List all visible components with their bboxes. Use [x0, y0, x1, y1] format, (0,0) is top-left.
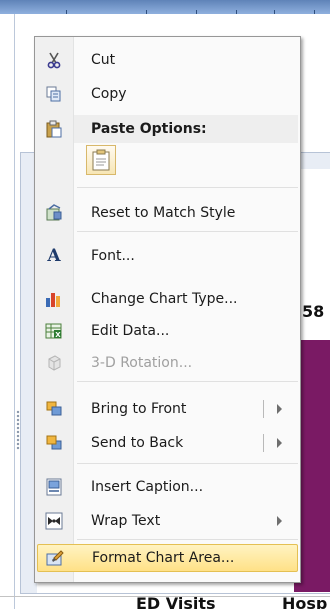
- menu-item-label: Cut: [91, 52, 116, 68]
- menu-item-label: Bring to Front: [91, 401, 187, 417]
- menu-separator: [77, 463, 298, 464]
- clipboard-icon: [37, 115, 71, 143]
- submenu-arrow-icon[interactable]: [277, 404, 282, 414]
- chart-resize-handle[interactable]: [16, 410, 20, 450]
- menu-item-format-chart-area[interactable]: Format Chart Area...: [37, 544, 298, 572]
- cube-icon: [37, 349, 71, 377]
- menu-item-font[interactable]: A Font...: [37, 242, 298, 270]
- format-area-icon: [38, 544, 72, 572]
- bar-chart-icon: [37, 285, 71, 313]
- menu-item-label: 3-D Rotation...: [91, 355, 193, 371]
- menu-item-label: Font...: [91, 248, 135, 264]
- menu-separator: [77, 187, 298, 188]
- menu-item-label: Change Chart Type...: [91, 291, 238, 307]
- document-window: 58 ED Visits Hosp Cut Copy Paste Options…: [0, 0, 330, 609]
- menu-item-send-to-back[interactable]: Send to Back: [37, 429, 298, 457]
- send-back-icon: [37, 429, 71, 457]
- menu-separator: [77, 381, 298, 382]
- paste-keep-formatting-icon: [91, 149, 111, 171]
- split-separator: [263, 434, 264, 452]
- data-label: 58: [302, 302, 325, 321]
- menu-item-3d-rotation: 3-D Rotation...: [37, 349, 298, 377]
- menu-item-wrap-text[interactable]: Wrap Text: [37, 507, 298, 535]
- menu-item-change-chart-type[interactable]: Change Chart Type...: [37, 285, 298, 313]
- svg-text:X: X: [55, 331, 61, 339]
- context-menu: Cut Copy Paste Options: Reset to Match S…: [34, 36, 301, 583]
- menu-item-edit-data[interactable]: X Edit Data...: [37, 317, 298, 345]
- menu-item-label: Insert Caption...: [91, 479, 204, 495]
- menu-item-label: Reset to Match Style: [91, 205, 236, 221]
- paste-keep-formatting-button[interactable]: [86, 145, 116, 175]
- menu-item-insert-caption[interactable]: Insert Caption...: [37, 473, 298, 501]
- spreadsheet-icon: X: [37, 317, 71, 345]
- menu-item-label: Edit Data...: [91, 323, 170, 339]
- menu-item-label: Send to Back: [91, 435, 184, 451]
- menu-item-label: Wrap Text: [91, 513, 161, 529]
- wrap-text-icon: [37, 507, 71, 535]
- menu-item-cut[interactable]: Cut: [37, 46, 298, 74]
- copy-icon: [37, 80, 71, 108]
- page-edge: [14, 14, 15, 609]
- menu-item-label: Copy: [91, 86, 127, 102]
- submenu-arrow-icon[interactable]: [277, 438, 282, 448]
- menu-item-label: Paste Options:: [91, 121, 207, 137]
- submenu-arrow-icon[interactable]: [277, 516, 282, 526]
- scissors-icon: [37, 46, 71, 74]
- font-icon: A: [47, 246, 61, 266]
- split-separator: [263, 400, 264, 418]
- reset-style-icon: [37, 199, 71, 227]
- menu-item-bring-to-front[interactable]: Bring to Front: [37, 395, 298, 423]
- menu-separator: [77, 231, 298, 232]
- category-label-ed-visits: ED Visits: [136, 594, 216, 609]
- menu-separator: [77, 539, 298, 540]
- caption-icon: [37, 473, 71, 501]
- bring-front-icon: [37, 395, 71, 423]
- menu-item-reset-to-match-style[interactable]: Reset to Match Style: [37, 199, 298, 227]
- menu-item-label: Format Chart Area...: [92, 550, 235, 566]
- paste-options-header: Paste Options:: [37, 115, 298, 143]
- horizontal-ruler[interactable]: [0, 0, 330, 15]
- category-label-hosp: Hosp: [282, 594, 328, 609]
- menu-item-copy[interactable]: Copy: [37, 80, 298, 108]
